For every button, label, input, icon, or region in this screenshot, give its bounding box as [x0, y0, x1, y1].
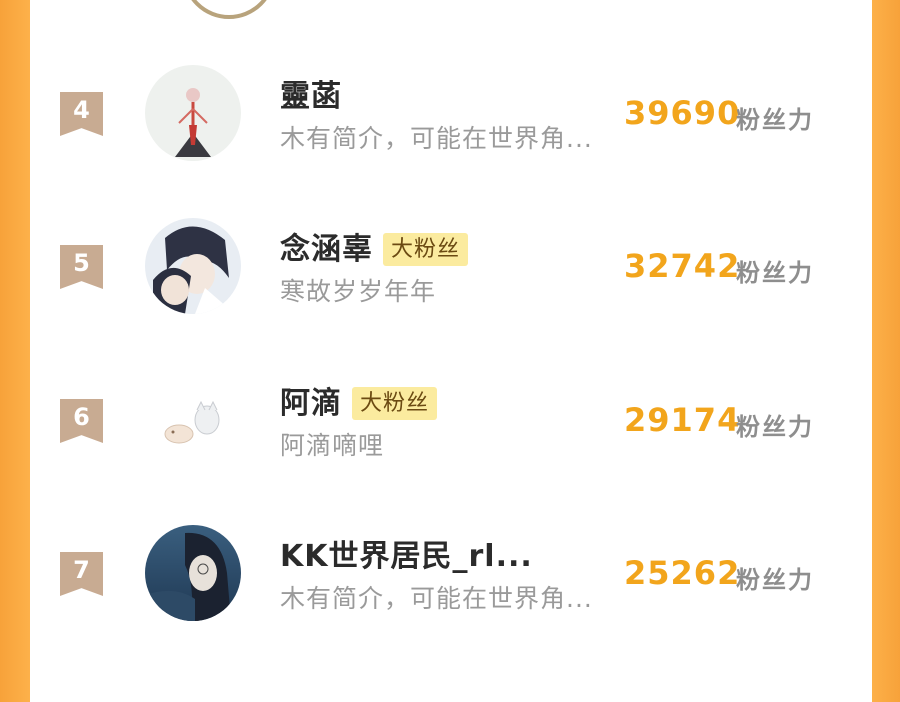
user-bio: 阿滴嘀哩 — [280, 431, 385, 460]
user-name[interactable]: 阿滴 大粉丝 — [280, 378, 438, 422]
fan-score: 25262 — [624, 554, 741, 592]
big-fan-badge: 大粉丝 — [383, 233, 469, 266]
user-bio: 木有简介，可能在世界角... — [280, 124, 593, 153]
ranking-row[interactable]: 4 靈菡 木有简介，可能在世界角... 39690 粉丝力 — [30, 65, 872, 195]
fan-score: 32742 — [624, 247, 741, 285]
avatar[interactable] — [145, 65, 241, 161]
fan-score-unit: 粉丝力 — [736, 259, 814, 287]
rank-badge: 5 — [60, 245, 103, 289]
user-name[interactable]: 念涵辜 大粉丝 — [280, 224, 469, 268]
rank-badge: 4 — [60, 92, 103, 136]
fan-score: 29174 — [624, 401, 741, 439]
fan-ranking-panel: 4 靈菡 木有简介，可能在世界角... 39690 粉丝力 5 念涵辜 大粉丝 … — [30, 0, 872, 702]
rank-badge: 7 — [60, 552, 103, 596]
user-name[interactable]: 靈菡 — [280, 71, 342, 115]
user-bio: 寒故岁岁年年 — [280, 277, 437, 306]
avatar-rank-3-partial[interactable] — [182, 0, 276, 19]
fan-score-unit: 粉丝力 — [736, 566, 814, 594]
ranking-row[interactable]: 7 KK世界居民_rl... 木有简介，可能在世界角... 25262 粉丝力 — [30, 525, 872, 655]
ranking-row[interactable]: 6 阿滴 大粉丝 阿滴嘀哩 29174 粉丝力 — [30, 372, 872, 502]
avatar[interactable] — [145, 218, 241, 314]
avatar[interactable] — [145, 525, 241, 621]
user-name[interactable]: KK世界居民_rl... — [280, 531, 533, 575]
ranking-row[interactable]: 5 念涵辜 大粉丝 寒故岁岁年年 32742 粉丝力 — [30, 218, 872, 348]
user-bio: 木有简介，可能在世界角... — [280, 584, 593, 613]
rank-badge: 6 — [60, 399, 103, 443]
fan-score-unit: 粉丝力 — [736, 413, 814, 441]
big-fan-badge: 大粉丝 — [352, 387, 438, 420]
avatar[interactable] — [145, 372, 241, 468]
fan-score-unit: 粉丝力 — [736, 106, 814, 134]
fan-score: 39690 — [624, 94, 741, 132]
